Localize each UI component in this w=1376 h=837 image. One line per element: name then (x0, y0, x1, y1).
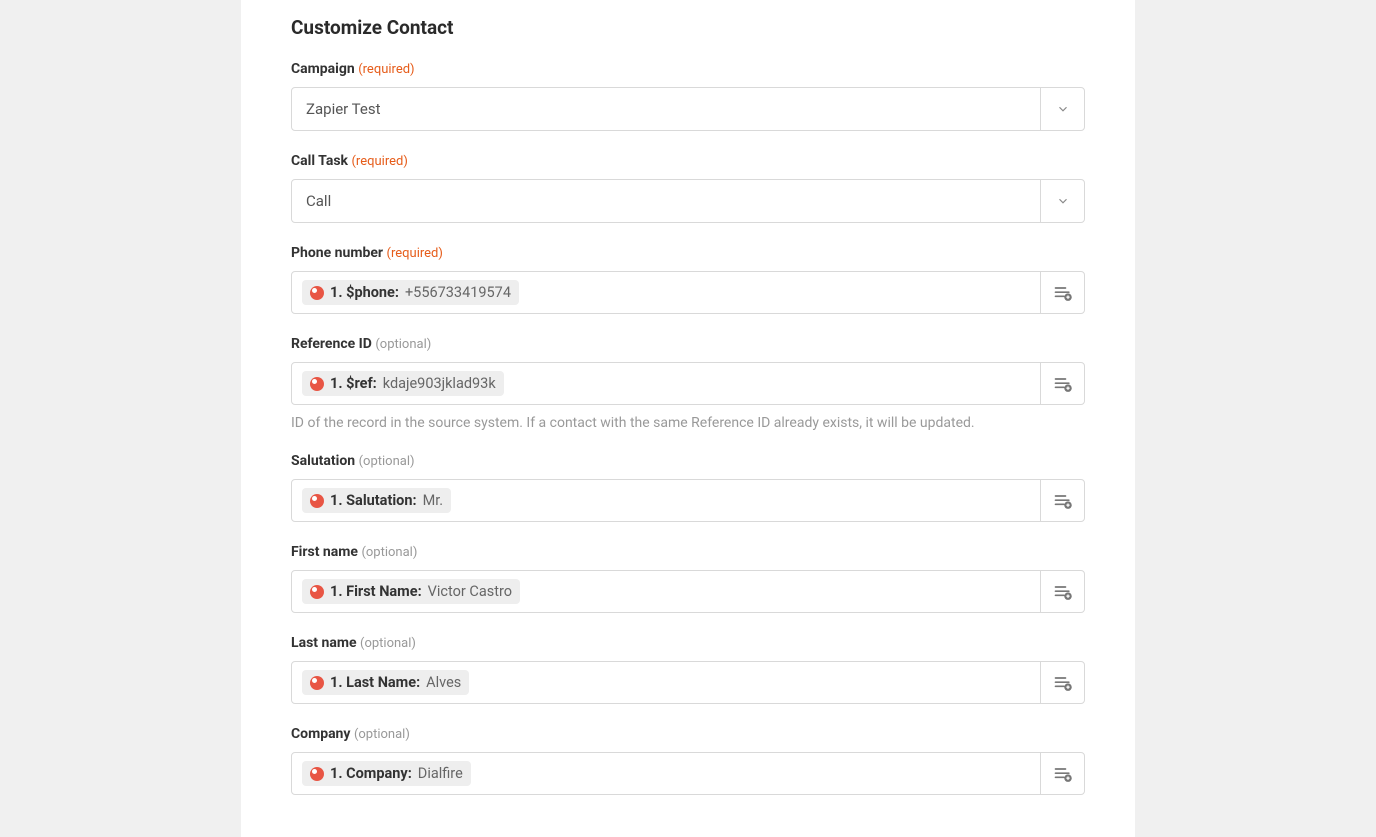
source-app-icon (310, 494, 324, 508)
field-company: Company (optional) 1. Company: Dialfire (291, 726, 1085, 795)
label-text: Phone number (291, 245, 383, 261)
data-pill[interactable]: 1. Last Name: Alves (302, 670, 469, 695)
pill-value: Alves (426, 674, 461, 691)
select-value: Call (292, 180, 1040, 222)
data-pill[interactable]: 1. $ref: kdaje903jklad93k (302, 371, 504, 396)
optional-hint: (optional) (359, 454, 415, 469)
field-reference-id: Reference ID (optional) 1. $ref: kdaje90… (291, 336, 1085, 431)
field-label: Salutation (optional) (291, 453, 1085, 469)
salutation-input[interactable]: 1. Salutation: Mr. (291, 479, 1085, 522)
label-text: Salutation (291, 453, 355, 469)
data-pill[interactable]: 1. $phone: +556733419574 (302, 280, 519, 305)
label-text: Reference ID (291, 336, 372, 352)
pill-value: +556733419574 (405, 284, 511, 301)
field-label: Company (optional) (291, 726, 1085, 742)
insert-data-button[interactable] (1040, 272, 1084, 313)
section-title: Customize Contact (291, 16, 1085, 39)
insert-data-button[interactable] (1040, 753, 1084, 794)
insert-data-button[interactable] (1040, 480, 1084, 521)
pill-key: 1. $ref: (330, 375, 377, 392)
field-salutation: Salutation (optional) 1. Salutation: Mr. (291, 453, 1085, 522)
input-value-area: 1. $ref: kdaje903jklad93k (292, 363, 1040, 404)
pill-key: 1. Company: (330, 765, 412, 782)
company-input[interactable]: 1. Company: Dialfire (291, 752, 1085, 795)
input-value-area: 1. Company: Dialfire (292, 753, 1040, 794)
field-label: Call Task (required) (291, 153, 1085, 169)
required-hint: (required) (387, 246, 443, 261)
data-pill[interactable]: 1. Company: Dialfire (302, 761, 471, 786)
field-phone: Phone number (required) 1. $phone: +5567… (291, 245, 1085, 314)
insert-data-button[interactable] (1040, 363, 1084, 404)
field-label: Reference ID (optional) (291, 336, 1085, 352)
label-text: Last name (291, 635, 357, 651)
field-campaign: Campaign (required) Zapier Test (291, 61, 1085, 131)
field-label: Last name (optional) (291, 635, 1085, 651)
field-call-task: Call Task (required) Call (291, 153, 1085, 223)
insert-data-button[interactable] (1040, 662, 1084, 703)
campaign-select[interactable]: Zapier Test (291, 87, 1085, 131)
field-label: Phone number (required) (291, 245, 1085, 261)
input-value-area: 1. Salutation: Mr. (292, 480, 1040, 521)
input-value-area: 1. $phone: +556733419574 (292, 272, 1040, 313)
optional-hint: (optional) (360, 636, 416, 651)
source-app-icon (310, 286, 324, 300)
field-label: Campaign (required) (291, 61, 1085, 77)
first-name-input[interactable]: 1. First Name: Victor Castro (291, 570, 1085, 613)
select-value: Zapier Test (292, 88, 1040, 130)
field-last-name: Last name (optional) 1. Last Name: Alves (291, 635, 1085, 704)
chevron-down-icon (1040, 88, 1084, 130)
optional-hint: (optional) (354, 727, 410, 742)
pill-key: 1. Salutation: (330, 492, 417, 509)
data-pill[interactable]: 1. Salutation: Mr. (302, 488, 451, 513)
label-text: Company (291, 726, 350, 742)
pill-value: Dialfire (418, 765, 463, 782)
reference-id-input[interactable]: 1. $ref: kdaje903jklad93k (291, 362, 1085, 405)
phone-input[interactable]: 1. $phone: +556733419574 (291, 271, 1085, 314)
pill-value: Victor Castro (428, 583, 512, 600)
field-first-name: First name (optional) 1. First Name: Vic… (291, 544, 1085, 613)
label-text: First name (291, 544, 358, 560)
optional-hint: (optional) (375, 337, 431, 352)
call-task-select[interactable]: Call (291, 179, 1085, 223)
label-text: Call Task (291, 153, 348, 169)
help-text: ID of the record in the source system. I… (291, 415, 1085, 431)
pill-key: 1. $phone: (330, 284, 399, 301)
pill-value: Mr. (423, 492, 444, 509)
source-app-icon (310, 676, 324, 690)
chevron-down-icon (1040, 180, 1084, 222)
required-hint: (required) (358, 62, 414, 77)
last-name-input[interactable]: 1. Last Name: Alves (291, 661, 1085, 704)
source-app-icon (310, 377, 324, 391)
input-value-area: 1. Last Name: Alves (292, 662, 1040, 703)
source-app-icon (310, 585, 324, 599)
pill-key: 1. Last Name: (330, 674, 420, 691)
required-hint: (required) (351, 154, 407, 169)
optional-hint: (optional) (361, 545, 417, 560)
data-pill[interactable]: 1. First Name: Victor Castro (302, 579, 520, 604)
pill-value: kdaje903jklad93k (383, 375, 496, 392)
label-text: Campaign (291, 61, 355, 77)
pill-key: 1. First Name: (330, 583, 422, 600)
source-app-icon (310, 767, 324, 781)
input-value-area: 1. First Name: Victor Castro (292, 571, 1040, 612)
field-label: First name (optional) (291, 544, 1085, 560)
insert-data-button[interactable] (1040, 571, 1084, 612)
form-panel: Customize Contact Campaign (required) Za… (241, 0, 1135, 837)
